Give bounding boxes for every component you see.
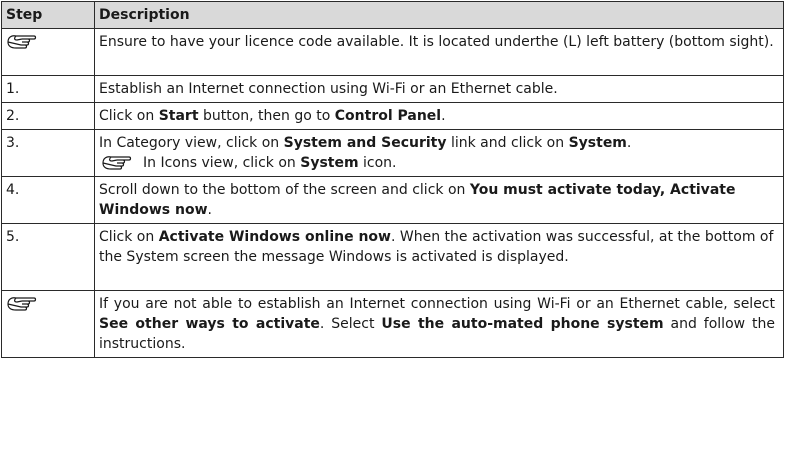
- table-row: 2. Click on Start button, then go to Con…: [1, 102, 784, 130]
- description-cell: In Category view, click on System and Se…: [94, 129, 784, 177]
- steps-table: Step Description Ensure to have your lic…: [1, 1, 784, 358]
- table-row: If you are not able to establish an Inte…: [1, 290, 784, 358]
- step-cell: 2.: [1, 102, 95, 130]
- bold-term: System: [300, 155, 359, 171]
- table-row: 5. Click on Activate Windows online now.…: [1, 223, 784, 291]
- table-header-row: Step Description: [1, 1, 784, 29]
- table-row: Ensure to have your licence code availab…: [1, 28, 784, 76]
- text-segment: icon.: [358, 155, 397, 171]
- pointing-hand-icon: [6, 295, 38, 313]
- bold-term: Control Panel: [334, 108, 442, 124]
- bold-term: System and Security: [283, 135, 447, 151]
- text-segment: link and click on: [446, 135, 569, 151]
- description-cell: If you are not able to establish an Inte…: [94, 290, 784, 358]
- pointing-hand-icon: [101, 154, 133, 172]
- text-segment: If you are not able to establish an Inte…: [99, 296, 775, 312]
- text-segment: In Icons view, click on: [143, 155, 301, 171]
- text-segment: .: [441, 108, 446, 124]
- description-cell: Ensure to have your licence code availab…: [94, 28, 784, 76]
- table-row: 3. In Category view, click on System and…: [1, 129, 784, 177]
- step-cell: [1, 290, 95, 358]
- step-cell: 4.: [1, 176, 95, 224]
- step-column-header: Step: [1, 1, 95, 29]
- text-segment: .: [207, 202, 212, 218]
- text-segment: Click on: [99, 229, 159, 245]
- text-segment: In Category view, click on: [99, 135, 284, 151]
- bold-term: System: [568, 135, 627, 151]
- text-segment: . Select: [319, 316, 382, 332]
- text-segment: .: [626, 135, 632, 151]
- description-cell: Click on Start button, then go to Contro…: [94, 102, 784, 130]
- text-segment: Scroll down to the bottom of the screen …: [99, 182, 470, 198]
- bold-term: Activate Windows online now: [158, 229, 391, 245]
- description-cell: Scroll down to the bottom of the screen …: [94, 176, 784, 224]
- step-cell: 1.: [1, 75, 95, 103]
- step-cell: 3.: [1, 129, 95, 177]
- table-row: 4. Scroll down to the bottom of the scre…: [1, 176, 784, 224]
- bold-term: See other ways to activate: [99, 316, 320, 332]
- step-cell: [1, 28, 95, 76]
- description-column-header: Description: [94, 1, 784, 29]
- description-cell: Establish an Internet connection using W…: [94, 75, 784, 103]
- text-segment: Click on: [99, 108, 159, 124]
- bold-term: Start: [158, 108, 199, 124]
- description-cell: Click on Activate Windows online now. Wh…: [94, 223, 784, 291]
- step-cell: 5.: [1, 223, 95, 291]
- pointing-hand-icon: [6, 33, 38, 51]
- text-segment: button, then go to: [198, 108, 335, 124]
- bold-term: Use the auto-mated phone system: [381, 316, 664, 332]
- table-row: 1. Establish an Internet connection usin…: [1, 75, 784, 103]
